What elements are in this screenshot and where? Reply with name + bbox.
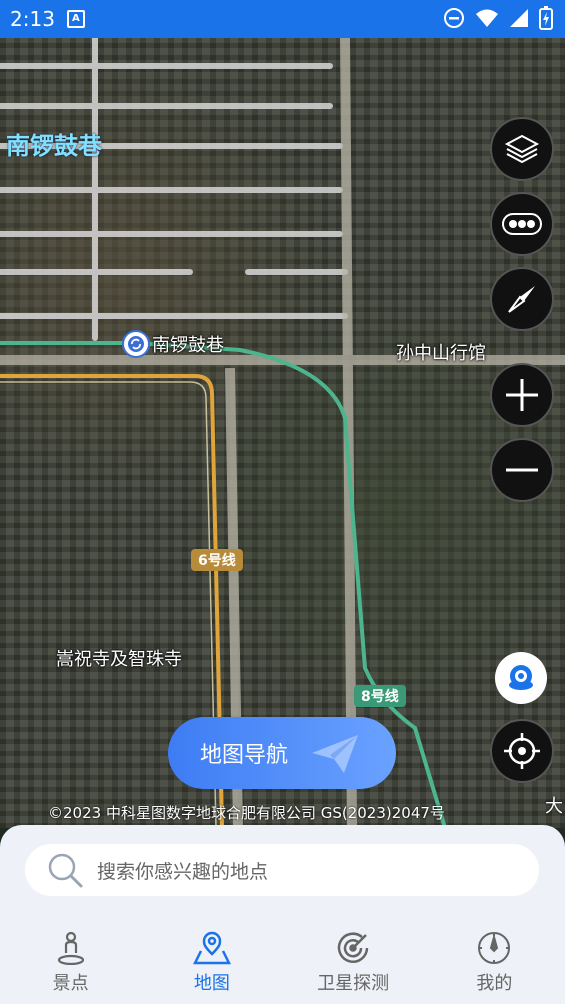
status-icons [443,6,553,30]
tab-scenic[interactable]: 景点 [0,925,141,1004]
dnd-icon [444,8,464,28]
tab-mine[interactable]: 我的 [424,925,565,1004]
compass-dial-icon [478,932,511,964]
line-6-badge: 6号线 [191,549,243,571]
station-label[interactable]: 南锣鼓巷 [152,331,224,357]
map-navigation-button[interactable]: 地图导航 [168,717,396,789]
metro-station-marker[interactable] [122,330,150,358]
tab-satellite-detect[interactable]: 卫星探测 [283,925,424,1004]
camera-icon [509,665,533,690]
search-bar[interactable]: 搜索你感兴趣的地点 [25,844,539,896]
metro-station-icon [128,336,144,352]
search-icon [48,853,83,888]
locate-icon [504,733,540,769]
wifi-icon [476,9,498,27]
tab-map-label: 地图 [193,973,230,994]
zoom-in-button[interactable] [490,363,554,427]
layers-icon [504,134,540,164]
zoom-out-button[interactable] [490,438,554,502]
map-edge-label: 大 [545,796,563,817]
status-time: 2:13 [10,7,55,31]
person-icon [57,931,84,965]
line-8-badge: 8号线 [354,685,406,707]
satellite-map[interactable]: 南锣鼓巷 南锣鼓巷 孙中山行馆 嵩祝寺及智珠寺 6号线 8号线 [0,38,565,828]
signal-icon [510,9,528,27]
layers-button[interactable] [490,117,554,181]
locate-button[interactable] [490,719,554,783]
notification-icon: A [66,10,85,28]
map-copyright: ©2023 中科星图数字地球合肥有限公司 GS(2023)2047号 [48,804,445,822]
battery-icon [539,6,553,30]
tab-mine-label: 我的 [476,973,513,994]
map-navigation-label: 地图导航 [200,743,289,768]
tab-satellite-detect-label: 卫星探测 [317,973,390,994]
compass-button[interactable] [490,267,554,331]
map-pin-icon [192,931,231,965]
tab-scenic-label: 景点 [52,973,89,994]
search-placeholder: 搜索你感兴趣的地点 [97,860,269,883]
traffic-button[interactable] [490,192,554,256]
camera-button[interactable] [495,652,547,704]
minus-icon [506,468,538,472]
bottom-tab-bar: 景点 地图 卫星探测 我的 [0,925,565,1004]
traffic-icon [502,213,542,235]
plus-icon [506,379,538,411]
poi-label-sun-zhongshan[interactable]: 孙中山行馆 [396,339,486,365]
paper-plane-icon [312,735,358,773]
status-bar: 2:13 A [0,0,565,38]
poi-label-songzhu-temple[interactable]: 嵩祝寺及智珠寺 [56,645,182,671]
compass-icon [508,286,535,313]
tab-map[interactable]: 地图 [141,925,282,1004]
district-label: 南锣鼓巷 [6,132,102,160]
bottom-sheet: 搜索你感兴趣的地点 景点 地图 卫星探测 我的 [0,825,565,1004]
radar-icon [337,932,369,963]
